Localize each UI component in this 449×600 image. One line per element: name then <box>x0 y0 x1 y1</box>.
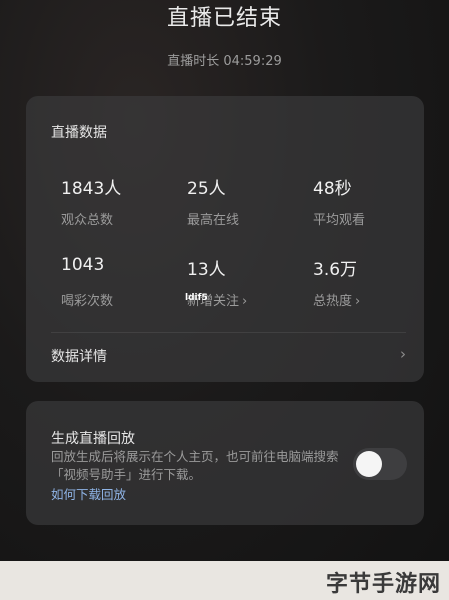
total-viewers-value: 1843人 <box>61 179 122 199</box>
total-heat-link[interactable]: 总热度 › <box>313 290 360 309</box>
cheers-value: 1043 <box>61 255 105 275</box>
chevron-right-icon: › <box>400 345 406 363</box>
data-details-label: 数据详情 <box>51 349 107 365</box>
stats-card-title: 直播数据 <box>51 125 107 141</box>
new-followers-value: 13人 <box>187 260 226 280</box>
peak-online-label: 最高在线 <box>187 213 240 228</box>
replay-description: 回放生成后将展示在个人主页，也可前往电脑端搜索「视频号助手」进行下载。 <box>51 449 339 482</box>
replay-title: 生成直播回放 <box>51 431 135 447</box>
toggle-knob <box>356 451 382 477</box>
total-heat-value: 3.6万 <box>313 260 358 280</box>
how-to-download-link[interactable]: 如何下载回放 <box>51 484 126 503</box>
avg-watch-label: 平均观看 <box>313 213 366 228</box>
watermark-logo: 字节手游网 <box>325 572 441 597</box>
avg-watch-value: 48秒 <box>313 179 352 199</box>
chevron-right-icon: › <box>242 294 248 309</box>
total-heat-label: 总热度 <box>313 294 353 309</box>
data-details-row[interactable]: 数据详情 › <box>26 333 424 382</box>
cheers-label: 喝彩次数 <box>61 294 114 309</box>
replay-card: 生成直播回放 回放生成后将展示在个人主页，也可前往电脑端搜索「视频号助手」进行下… <box>26 401 424 525</box>
live-duration: 直播时长 04:59:29 <box>167 54 282 69</box>
chevron-right-icon: › <box>355 294 361 309</box>
peak-online-value: 25人 <box>187 179 226 199</box>
overlay-text: ldif5 <box>185 293 208 303</box>
page-title: 直播已结束 <box>166 6 282 31</box>
replay-toggle[interactable] <box>353 448 407 480</box>
total-viewers-label: 观众总数 <box>61 213 114 228</box>
live-stats-card: 直播数据 1843人 观众总数 25人 最高在线 48秒 平均观看 1043 喝… <box>26 96 424 382</box>
